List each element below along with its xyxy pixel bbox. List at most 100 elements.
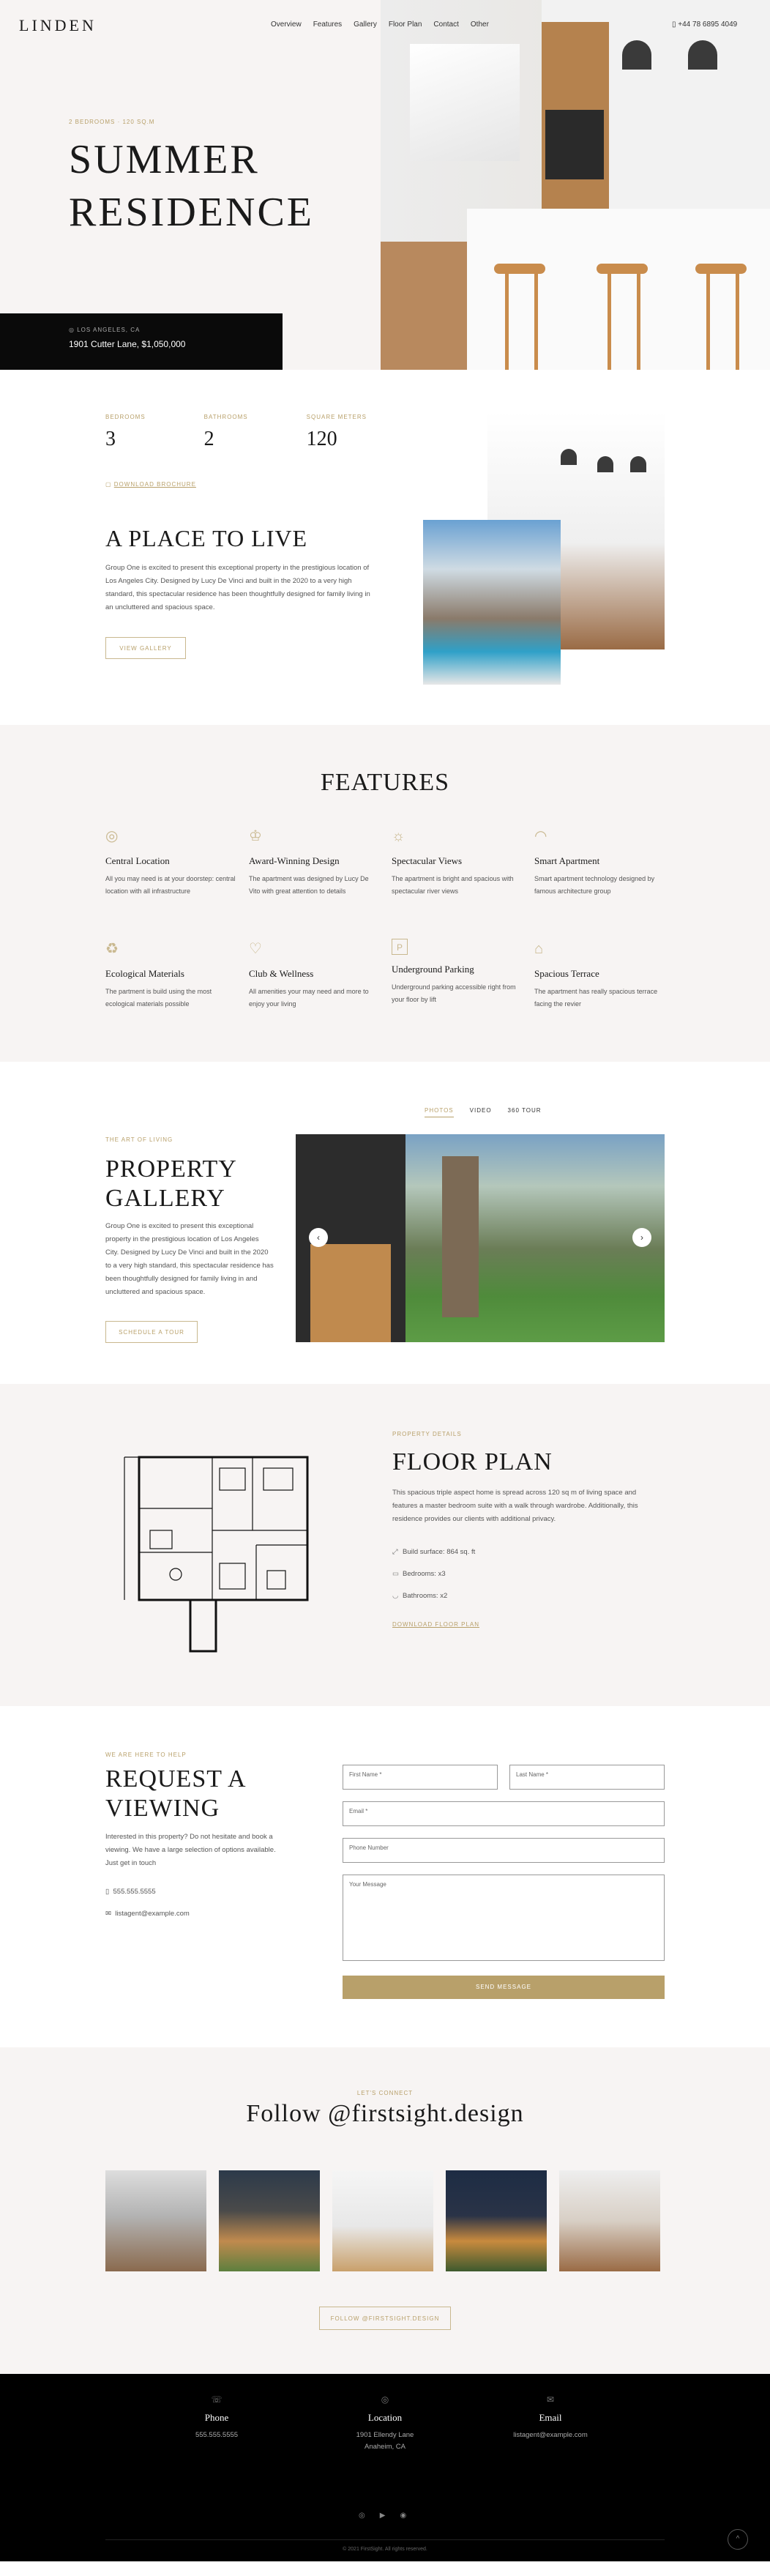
footer-phone: ☏ Phone 555.555.5555 <box>143 2394 290 2441</box>
feature-desc: The apartment was designed by Lucy De Vi… <box>249 875 369 895</box>
download-floor-plan-link[interactable]: DOWNLOAD FLOOR PLAN <box>392 1621 479 1628</box>
stat-value: 120 <box>306 428 337 450</box>
site-header: LINDEN Overview Features Gallery Floor P… <box>0 0 770 48</box>
follow-button[interactable]: FOLLOW @FIRSTSIGHT.DESIGN <box>319 2307 451 2330</box>
floor-detail-text: Bathrooms: x2 <box>403 1592 448 1600</box>
request-title-line2: VIEWING <box>105 1795 220 1822</box>
stool-leg <box>736 274 739 370</box>
stool-leg <box>534 274 538 370</box>
phone-icon: ☏ <box>211 2394 223 2405</box>
request-title-line1: REQUEST A <box>105 1765 247 1793</box>
stat-bathrooms: BATHROOMS 2 <box>204 414 248 451</box>
footer-location: ◎ Location 1901 Ellendy Lane Anaheim, CA <box>312 2394 458 2453</box>
phone-field[interactable]: Phone Number <box>343 1838 665 1863</box>
hero-title: SUMMER RESIDENCE <box>69 133 314 239</box>
instagram-photo[interactable] <box>559 2170 660 2271</box>
pool-photo <box>423 520 561 685</box>
feature-title: Award-Winning Design <box>249 855 340 866</box>
menu-item-contact[interactable]: Contact <box>433 21 458 29</box>
logo[interactable]: LINDEN <box>19 16 97 35</box>
instagram-photo[interactable] <box>446 2170 547 2271</box>
send-message-button[interactable]: SEND MESSAGE <box>343 1976 665 1999</box>
pendant-lamp <box>597 456 613 472</box>
site-footer: ☏ Phone 555.555.5555 ◎ Location 1901 Ellendy… <box>0 2374 770 2561</box>
feature-item: ◎ Central Location All you may need is at … <box>105 826 237 898</box>
feature-desc: The partment is build using the most eco… <box>105 988 212 1008</box>
header-phone[interactable]: ▯ +44 78 6895 4049 <box>672 21 737 29</box>
instagram-photo[interactable] <box>105 2170 206 2271</box>
award-icon: ♔ <box>249 828 262 844</box>
document-icon: ▢ <box>105 481 114 488</box>
stat-square-meters: SQUARE METERS 120 <box>307 414 367 451</box>
footer-col-title: Phone <box>204 2412 229 2423</box>
youtube-icon[interactable]: ▶ <box>380 2512 386 2520</box>
stat-label: BEDROOMS <box>105 414 146 420</box>
main-menu: Overview Features Gallery Floor Plan Con… <box>271 21 489 29</box>
feature-desc: Smart apartment technology designed by f… <box>534 875 655 895</box>
social-links: ◎ ▶ ◉ <box>359 2512 406 2520</box>
message-field[interactable]: Your Message <box>343 1875 665 1961</box>
stat-value: 2 <box>203 428 214 450</box>
floor-plan-section: PROPERTY DETAILS FLOOR PLAN This spaciou… <box>0 1384 770 1706</box>
feature-title: Club & Wellness <box>249 968 314 979</box>
menu-item-other[interactable]: Other <box>471 21 489 29</box>
contact-phone-text: 555.555.5555 <box>113 1888 156 1896</box>
gallery-prev-arrow[interactable]: ‹ <box>309 1228 328 1247</box>
contact-email[interactable]: ✉ listagent@example.com <box>105 1910 190 1918</box>
header-phone-number: +44 78 6895 4049 <box>678 21 738 29</box>
floor-eyebrow: PROPERTY DETAILS <box>392 1431 462 1437</box>
recycle-icon: ♻ <box>105 941 119 957</box>
stat-label: SQUARE METERS <box>306 414 367 420</box>
gallery-eyebrow: THE ART OF LIVING <box>105 1136 173 1143</box>
feature-item: ♻ Ecological Materials The partment is bui… <box>105 939 237 1010</box>
gallery-next-arrow[interactable]: › <box>632 1228 651 1247</box>
pendant-lamp <box>630 456 646 472</box>
contact-phone[interactable]: ▯ 555.555.5555 <box>105 1888 156 1896</box>
view-gallery-button[interactable]: VIEW GALLERY <box>105 637 186 659</box>
download-brochure-text: DOWNLOAD BROCHURE <box>113 481 196 488</box>
back-to-top-button[interactable]: ^ <box>728 2529 748 2550</box>
tab-video[interactable]: VIDEO <box>470 1107 492 1117</box>
stool <box>597 264 648 274</box>
email-field[interactable]: Email * <box>343 1801 665 1826</box>
hero-location-text: LOS ANGELES, CA <box>77 327 141 333</box>
feature-title: Smart Apartment <box>534 855 600 866</box>
footer-col-value[interactable]: listagent@example.com <box>477 2430 624 2441</box>
feature-item: P Underground Parking Underground parking … <box>392 939 523 1006</box>
footer-col-value[interactable]: 555.555.5555 <box>143 2430 290 2441</box>
stool-leg <box>505 274 509 370</box>
floor-description: This spacious triple aspect home is spre… <box>392 1489 638 1523</box>
pin-icon: ◎ <box>69 327 78 333</box>
menu-item-floor-plan[interactable]: Floor Plan <box>389 21 422 29</box>
menu-item-overview[interactable]: Overview <box>271 21 302 29</box>
gallery-wood-wall <box>310 1244 391 1342</box>
instagram-icon[interactable]: ◎ <box>359 2512 365 2520</box>
section-title: A PLACE TO LIVE <box>105 525 308 551</box>
gallery-title: PROPERTY GALLERY <box>105 1155 237 1213</box>
instagram-photo[interactable] <box>219 2170 320 2271</box>
first-name-field[interactable]: First Name * <box>343 1765 498 1790</box>
tab-photos[interactable]: PHOTOS <box>425 1107 454 1117</box>
pinterest-icon[interactable]: ◉ <box>400 2512 406 2520</box>
download-brochure-link[interactable]: ▢ DOWNLOAD BROCHURE <box>105 481 196 488</box>
floor-detail-surface: ⤢ Build surface: 864 sq. ft <box>392 1548 475 1556</box>
feature-desc: The apartment is bright and spacious wit… <box>392 875 514 895</box>
floor-title: FLOOR PLAN <box>392 1448 553 1475</box>
menu-item-features[interactable]: Features <box>313 21 342 29</box>
tab-360-tour[interactable]: 360 TOUR <box>508 1107 542 1117</box>
floor-detail-text: Bedrooms: x3 <box>403 1570 446 1578</box>
feature-item: ☼ Spectacular Views The apartment is brigh… <box>392 826 523 898</box>
bath-icon: ◡ <box>392 1592 399 1600</box>
feature-desc: Underground parking accessible right fro… <box>392 983 516 1003</box>
stat-bedrooms: BEDROOMS 3 <box>105 414 146 451</box>
stool-leg <box>706 274 710 370</box>
hero-section: 2 BEDROOMS · 120 SQ.M SUMMER RESIDENCE ◎ … <box>0 0 770 370</box>
hero-location-box: ◎ LOS ANGELES, CA 1901 Cutter Lane, $1,0… <box>0 313 283 370</box>
gallery-tree <box>442 1156 479 1317</box>
floor-detail-bedrooms: ▭ Bedrooms: x3 <box>392 1570 446 1578</box>
menu-item-gallery[interactable]: Gallery <box>354 21 377 29</box>
last-name-field[interactable]: Last Name * <box>509 1765 665 1790</box>
schedule-tour-button[interactable]: SCHEDULE A TOUR <box>105 1321 198 1343</box>
instagram-photo[interactable] <box>332 2170 433 2271</box>
overview-section: BEDROOMS 3 BATHROOMS 2 SQUARE METERS 120 ▢ … <box>0 370 770 725</box>
